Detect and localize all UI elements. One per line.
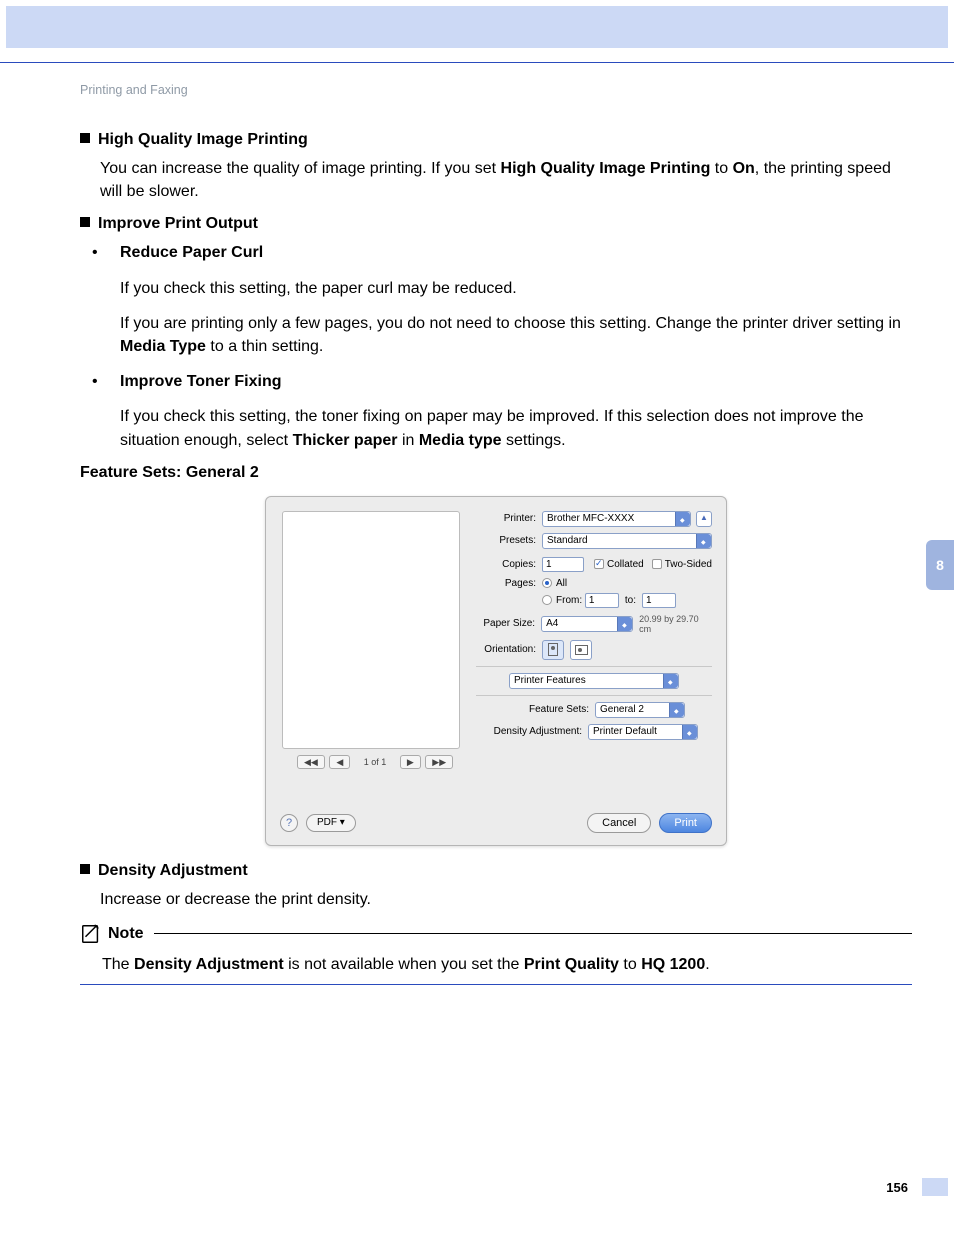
orientation-landscape-button[interactable]: [570, 640, 592, 660]
paper-dimensions: 20.99 by 29.70 cm: [639, 614, 712, 634]
subheading-reduce-paper-curl: • Reduce Paper Curl: [120, 241, 912, 264]
heading-improve-print-output: Improve Print Output: [80, 215, 912, 233]
orientation-label: Orientation:: [476, 644, 542, 655]
header-band: [6, 6, 948, 48]
chevron-down-icon: [682, 725, 697, 739]
page-number-bar: [922, 1178, 948, 1196]
note-rule: [154, 933, 912, 934]
copies-input[interactable]: 1: [542, 557, 584, 572]
chevron-down-icon: [663, 674, 678, 688]
paragraph: If you check this setting, the toner fix…: [120, 405, 912, 451]
paragraph: If you check this setting, the paper cur…: [120, 277, 912, 300]
presets-select[interactable]: Standard: [542, 533, 712, 549]
to-input[interactable]: 1: [642, 593, 676, 608]
chevron-down-icon: [669, 703, 684, 717]
paper-size-label: Paper Size:: [476, 618, 541, 629]
heading-density-adjustment: Density Adjustment: [80, 862, 912, 880]
page-counter: 1 of 1: [364, 757, 387, 767]
note-icon: [80, 923, 102, 945]
printer-label: Printer:: [476, 513, 542, 524]
chevron-down-icon: [675, 512, 690, 526]
paragraph: You can increase the quality of image pr…: [100, 157, 912, 203]
two-sided-label: Two-Sided: [665, 559, 712, 570]
collated-label: Collated: [607, 559, 644, 570]
to-label: to:: [625, 595, 636, 606]
heading-feature-sets-general-2: Feature Sets: General 2: [80, 464, 912, 482]
feature-sets-select[interactable]: General 2: [595, 702, 685, 718]
density-adjustment-label: Density Adjustment:: [476, 726, 588, 737]
prev-page-button[interactable]: ◀: [329, 755, 350, 769]
print-button[interactable]: Print: [659, 813, 712, 833]
from-input[interactable]: 1: [585, 593, 619, 608]
expand-button[interactable]: ▲: [696, 511, 712, 527]
note-body: The Density Adjustment is not available …: [102, 953, 912, 976]
note-title: Note: [108, 925, 144, 943]
paragraph: Increase or decrease the print density.: [100, 888, 912, 911]
page-number: 156: [886, 1180, 908, 1195]
chevron-down-icon: [696, 534, 711, 548]
collated-checkbox[interactable]: [594, 559, 604, 569]
note-header: Note: [80, 923, 912, 945]
subheading-improve-toner-fixing: • Improve Toner Fixing: [120, 370, 912, 393]
density-adjustment-select[interactable]: Printer Default: [588, 724, 698, 740]
heading-high-quality-image-printing: High Quality Image Printing: [80, 131, 912, 149]
section-select[interactable]: Printer Features: [509, 673, 679, 689]
first-page-button[interactable]: ◀◀: [297, 755, 325, 769]
chevron-down-icon: [617, 617, 632, 631]
chapter-tab: 8: [926, 540, 954, 590]
last-page-button[interactable]: ▶▶: [425, 755, 453, 769]
orientation-portrait-button[interactable]: [542, 640, 564, 660]
presets-label: Presets:: [476, 535, 542, 546]
preview-pager: ◀◀ ◀ 1 of 1 ▶ ▶▶: [296, 755, 454, 769]
landscape-icon: [575, 645, 588, 655]
pages-label: Pages:: [476, 578, 542, 589]
copies-label: Copies:: [476, 559, 542, 570]
feature-sets-label: Feature Sets:: [503, 704, 595, 715]
help-button[interactable]: ?: [280, 814, 298, 832]
two-sided-checkbox[interactable]: [652, 559, 662, 569]
breadcrumb: Printing and Faxing: [80, 83, 912, 97]
pdf-menu-button[interactable]: PDF ▾: [306, 814, 356, 832]
cancel-button[interactable]: Cancel: [587, 813, 651, 833]
heading-text: High Quality Image Printing: [98, 131, 308, 148]
portrait-icon: [548, 643, 558, 656]
next-page-button[interactable]: ▶: [400, 755, 421, 769]
note-close-rule: [80, 984, 912, 985]
preview-pane: [282, 511, 460, 749]
heading-text: Improve Print Output: [98, 215, 258, 232]
pages-range-radio[interactable]: [542, 595, 552, 605]
pages-all-radio[interactable]: [542, 578, 552, 588]
from-label: From:: [556, 595, 582, 606]
heading-text: Density Adjustment: [98, 862, 248, 879]
printer-select[interactable]: Brother MFC-XXXX: [542, 511, 691, 527]
paper-size-select[interactable]: A4: [541, 616, 633, 632]
print-dialog: ◀◀ ◀ 1 of 1 ▶ ▶▶ Printer: Brother MFC-XX…: [265, 496, 727, 846]
paragraph: If you are printing only a few pages, yo…: [120, 312, 912, 358]
pages-all-label: All: [556, 578, 567, 589]
